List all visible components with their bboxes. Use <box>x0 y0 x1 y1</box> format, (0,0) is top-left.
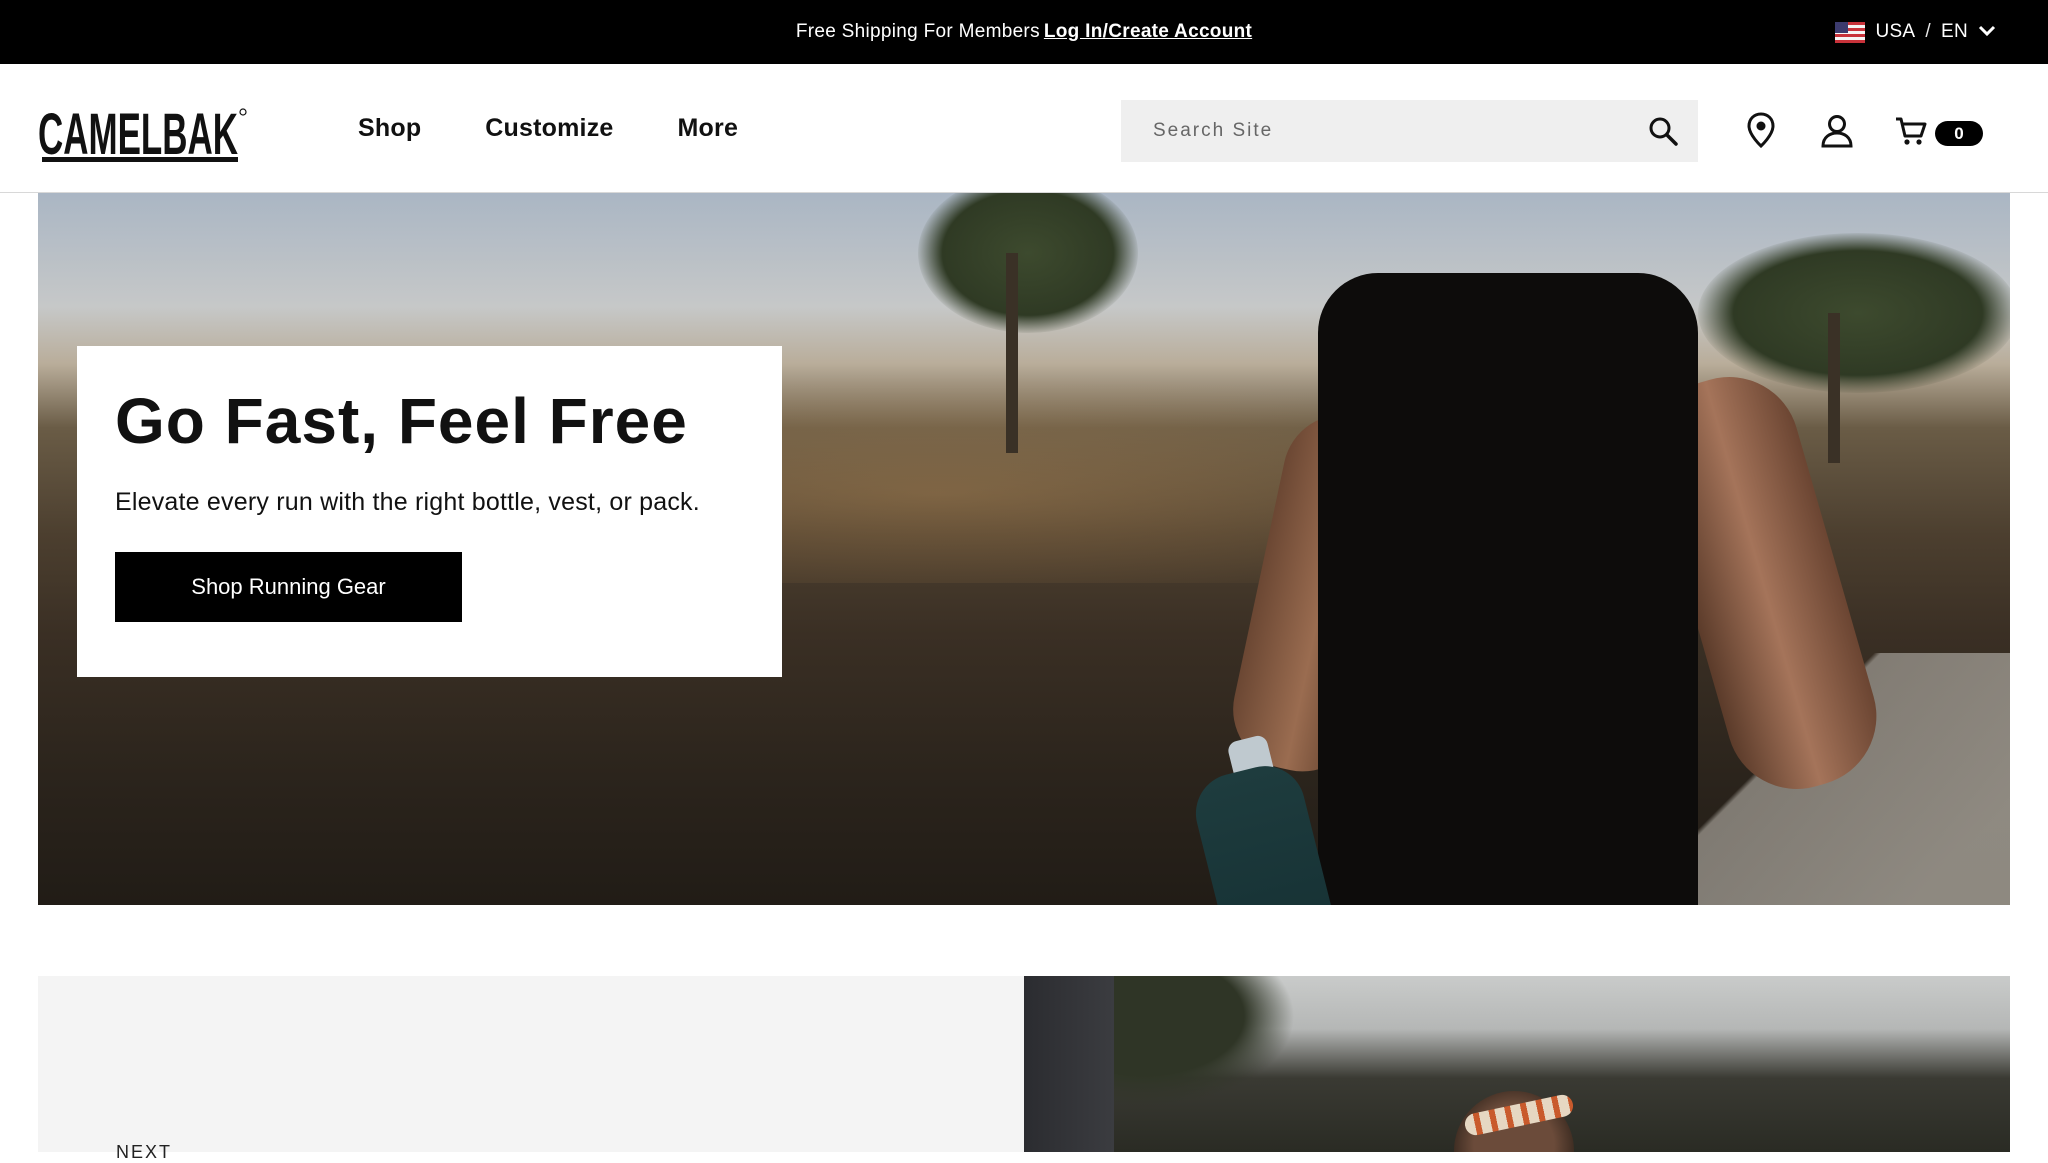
search-box <box>1121 100 1698 162</box>
camelbak-logo[interactable]: CAMELBAK <box>38 102 248 162</box>
shop-running-gear-button[interactable]: Shop Running Gear <box>115 552 462 622</box>
camelbak-logo-mark: CAMELBAK <box>38 102 247 162</box>
nav-shop[interactable]: Shop <box>358 114 421 143</box>
location-pin-icon[interactable] <box>1746 112 1776 153</box>
cart-icon <box>1895 116 1927 151</box>
chevron-down-icon <box>1978 21 1996 43</box>
hero-subtitle: Elevate every run with the right bottle,… <box>115 488 700 516</box>
cart-button[interactable]: 0 <box>1895 116 1983 151</box>
main-header: CAMELBAK Shop Customize More <box>0 64 2048 193</box>
main-nav: Shop Customize More <box>358 64 738 193</box>
promo-text: Free Shipping For Members <box>795 21 1040 42</box>
locale-selector[interactable]: USA / EN <box>1835 0 1996 64</box>
section-eyebrow-label: NEXT <box>116 1142 173 1162</box>
locale-separator: / <box>1925 21 1931 42</box>
promo-image <box>1024 976 2010 1152</box>
hero-banner: Go Fast, Feel Free Elevate every run wit… <box>38 193 2010 905</box>
promo-bar: Free Shipping For Members Log In/Create … <box>0 0 2048 64</box>
hero-card: Go Fast, Feel Free Elevate every run wit… <box>77 346 782 677</box>
nav-customize[interactable]: Customize <box>485 114 613 143</box>
search-input[interactable] <box>1121 100 1628 162</box>
locale-country: USA <box>1875 21 1916 42</box>
nav-more[interactable]: More <box>678 114 739 143</box>
cart-count-badge: 0 <box>1935 121 1983 146</box>
promo-panel: NEXT <box>38 976 1024 1162</box>
logo-text: CAMELBAK <box>38 102 238 162</box>
locale-language: EN <box>1941 21 1968 42</box>
us-flag-icon <box>1835 21 1866 43</box>
account-icon[interactable] <box>1820 114 1854 153</box>
login-create-account-link[interactable]: Log In/Create Account <box>1044 21 1252 43</box>
search-icon[interactable] <box>1628 100 1698 162</box>
hero-title: Go Fast, Feel Free <box>115 385 688 457</box>
